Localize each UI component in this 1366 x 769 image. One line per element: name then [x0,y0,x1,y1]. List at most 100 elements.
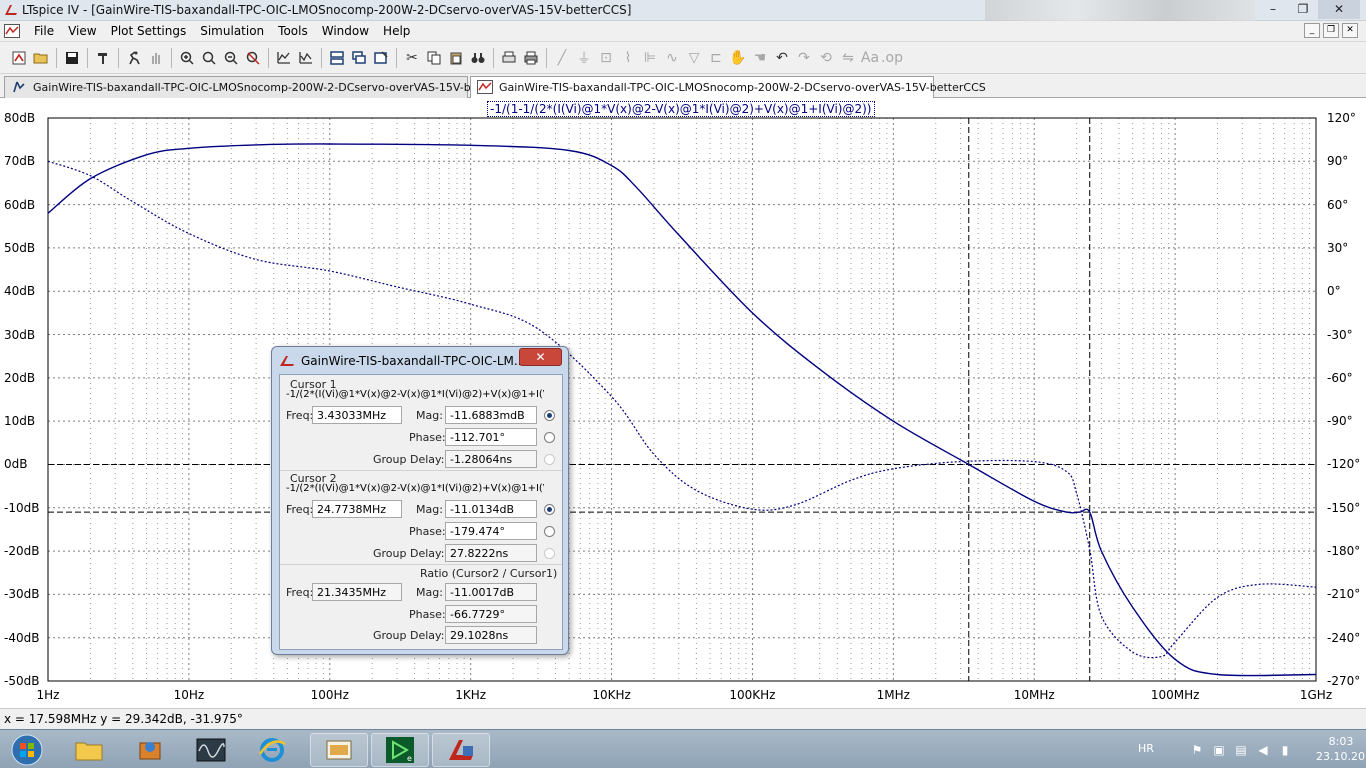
plot-canvas[interactable] [0,98,1366,708]
find-binoculars-icon[interactable] [467,47,489,69]
document-tabs: GainWire-TIS-baxandall-TPC-OIC-LMOSnocom… [0,74,1366,99]
tile-horizontal-icon[interactable] [326,47,348,69]
oscilloscope-icon [196,738,226,762]
menu-plot-settings[interactable]: Plot Settings [104,24,194,38]
cascade-icon[interactable] [348,47,370,69]
cursor1-freq-label: Freq: [286,409,314,422]
cursor2-phase-radio[interactable] [544,526,555,537]
cursor1-phase-radio[interactable] [544,432,555,443]
y-right-tick-label: 90° [1327,154,1349,169]
cursor2-phase-field[interactable]: -179.474° [445,522,537,540]
y-right-tick-label: 30° [1327,240,1349,255]
control-panel-hammer-icon[interactable] [92,47,114,69]
cursor-dialog-titlebar[interactable]: GainWire-TIS-baxandall-TPC-OIC-LM... [279,351,525,371]
taskbar-ltspice-button[interactable] [432,733,490,767]
copy-icon[interactable] [423,47,445,69]
taskbar-scope-button[interactable] [182,733,240,767]
ratio-mag-label: Mag: [416,586,443,599]
print-icon[interactable] [520,47,542,69]
mdi-restore-button[interactable]: ❐ [1323,23,1339,38]
zoom-fit-icon[interactable] [242,47,264,69]
cursor2-freq-field[interactable]: 24.7738MHz [312,500,402,518]
power-icon[interactable]: ▮ [1278,743,1292,757]
svg-text:e: e [407,754,412,763]
minimize-button[interactable]: – [1258,0,1288,19]
save-icon[interactable] [61,47,83,69]
y-right-tick-label: -30° [1327,327,1353,342]
volume-icon[interactable]: ◀ [1256,743,1270,757]
pan-icon[interactable] [198,47,220,69]
cursor1-group-delay-radio[interactable] [544,454,555,465]
ratio-group: Ratio (Cursor2 / Cursor1) Freq: 21.3435M… [282,566,561,650]
cursor2-group-delay-radio[interactable] [544,548,555,559]
tab-schematic[interactable]: GainWire-TIS-baxandall-TPC-OIC-LMOSnocom… [4,76,520,98]
undo-icon[interactable]: ↶ [771,47,793,69]
flag-icon[interactable]: ⚑ [1190,743,1204,757]
trace-label[interactable]: -1/(1-1/(2*(I(Vi)@1*V(x)@2-V(x)@1*I(Vi)@… [487,101,875,117]
maximize-button[interactable]: ❐ [1288,0,1318,19]
cursor1-phase-field[interactable]: -112.701° [445,428,537,446]
start-button[interactable] [4,731,50,768]
pspice-icon: e [386,737,414,763]
run-icon[interactable] [123,47,145,69]
cursor1-group: Cursor 1 -1/(2*(I(Vi)@1*V(x)@2-V(x)@1*I(… [282,378,561,470]
cursor1-expression: -1/(2*(I(Vi)@1*V(x)@2-V(x)@1*I(Vi)@2)+V(… [286,389,544,400]
tab-waveform[interactable]: GainWire-TIS-baxandall-TPC-OIC-LMOSnocom… [470,76,986,99]
cursor2-freq-label: Freq: [286,503,314,516]
taskbar-ie-button[interactable] [243,733,301,767]
toolbar-separator [396,48,397,68]
cursor1-mag-radio[interactable] [544,410,555,421]
y-left-tick-label: 20dB [4,370,36,385]
cursor1-group-delay-field: -1.28064ns [445,450,537,468]
new-schematic-icon[interactable] [8,47,30,69]
menu-window[interactable]: Window [315,24,376,38]
autorange-y-icon[interactable] [295,47,317,69]
toolbar-separator [268,48,269,68]
x-tick-label: 100KHz [729,688,776,702]
menu-help[interactable]: Help [376,24,417,38]
taskbar-pspice-button[interactable]: e [371,733,429,767]
y-right-tick-label: -150° [1327,500,1361,515]
ground-icon: ⏚ [577,51,591,67]
cursor2-mag-field[interactable]: -11.0134dB [445,500,537,518]
device-icon[interactable]: ▣ [1212,743,1226,757]
cursor1-mag-field[interactable]: -11.6883mdB [445,406,537,424]
cut-icon[interactable]: ✂ [401,47,423,69]
y-left-tick-label: 70dB [4,154,36,169]
menu-view[interactable]: View [61,24,103,38]
cursor-dialog[interactable]: GainWire-TIS-baxandall-TPC-OIC-LM... ✕ C… [271,346,569,655]
cursor-dialog-body: Cursor 1 -1/(2*(I(Vi)@1*V(x)@2-V(x)@1*I(… [279,374,563,650]
mdi-minimize-button[interactable]: _ [1304,23,1320,38]
zoom-in-icon[interactable] [176,47,198,69]
mdi-close-button[interactable]: ✕ [1342,23,1358,38]
y-left-tick-label: 80dB [4,111,36,125]
open-folder-icon[interactable] [30,47,52,69]
cursor1-freq-field[interactable]: 3.43033MHz [312,406,402,424]
clock[interactable]: 8:03 23.10.2014. [1316,734,1366,764]
close-windows-icon[interactable] [370,47,392,69]
mdi-controls: _ ❐ ✕ [1304,23,1358,38]
menu-tools[interactable]: Tools [271,24,315,38]
paste-icon[interactable] [445,47,467,69]
x-tick-label: 1GHz [1299,688,1333,702]
taskbar-explorer-button[interactable] [60,733,118,767]
cursor1-group-delay-label: Group Delay: [373,453,445,466]
toolbar-separator [493,48,494,68]
autorange-icon[interactable] [273,47,295,69]
close-button[interactable]: ✕ [1318,0,1360,19]
cursor-dialog-close-button[interactable]: ✕ [519,348,562,366]
ltspice-app-icon [5,5,17,15]
menu-simulation[interactable]: Simulation [193,24,271,38]
cursor-dialog-title: GainWire-TIS-baxandall-TPC-OIC-LM... [301,354,526,368]
taskbar-installer-button[interactable] [121,733,179,767]
print-setup-icon[interactable] [498,47,520,69]
zoom-out-icon[interactable] [220,47,242,69]
language-indicator[interactable]: HR [1138,742,1154,755]
cursor2-mag-radio[interactable] [544,504,555,515]
ratio-phase-field: -66.7729° [445,605,537,623]
network-icon[interactable]: ▤ [1234,743,1248,757]
menu-file[interactable]: File [27,24,61,38]
waveform-doc-icon[interactable] [4,24,20,38]
waveform-plot[interactable]: -1/(1-1/(2*(I(Vi)@1*V(x)@2-V(x)@1*I(Vi)@… [0,98,1366,708]
taskbar-outlook-button[interactable] [310,733,368,767]
